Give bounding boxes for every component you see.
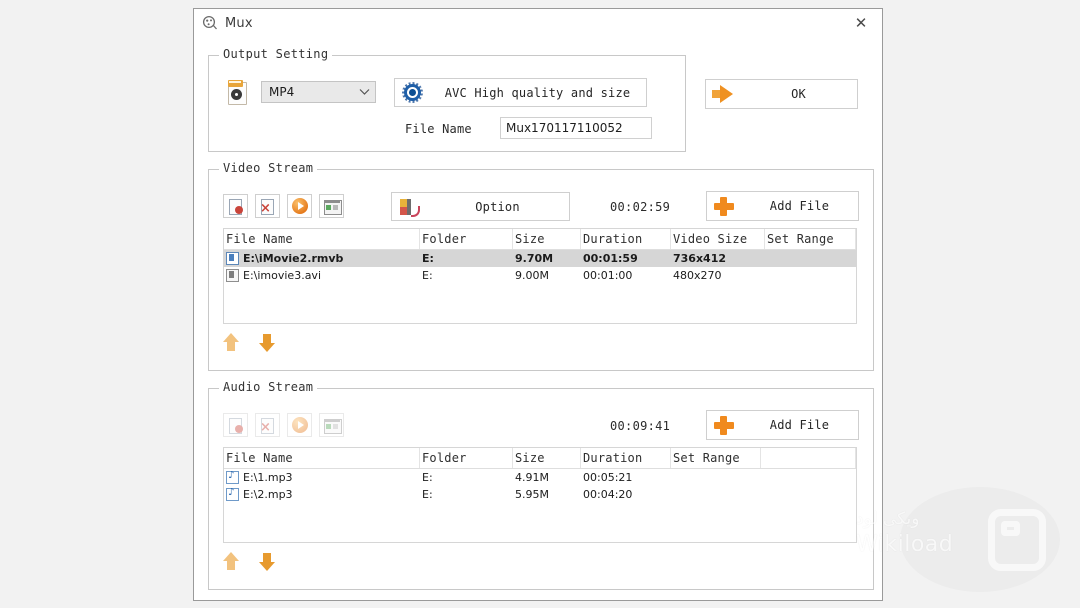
column-header-folder: Folder bbox=[420, 229, 513, 249]
cell-video-size: 480x270 bbox=[673, 269, 722, 282]
cell-size: 5.95M bbox=[515, 488, 549, 501]
audio-file-list[interactable]: File Name Folder Size Duration Set Range… bbox=[223, 447, 857, 543]
move-up-arrow-icon[interactable] bbox=[223, 333, 239, 353]
video-total-duration: 00:02:59 bbox=[610, 200, 671, 214]
audio-total-duration: 00:09:41 bbox=[610, 419, 671, 433]
column-header-spacer bbox=[761, 448, 856, 468]
plus-icon bbox=[707, 195, 741, 217]
option-button-label: Option bbox=[475, 199, 520, 214]
mux-app-icon bbox=[202, 15, 218, 31]
play-icon[interactable] bbox=[287, 194, 312, 218]
output-setting-group: Output Setting MP4 AVC High quality and … bbox=[208, 47, 686, 152]
audio-add-file-label: Add File bbox=[769, 418, 830, 432]
clear-list-icon[interactable]: × bbox=[255, 194, 280, 218]
table-row[interactable]: E:\2.mp3 E: 5.95M 00:04:20 bbox=[224, 486, 856, 503]
audio-stream-group: Audio Stream × 00:09:41 Add File File Na… bbox=[208, 380, 874, 590]
video-file-list[interactable]: File Name Folder Size Duration Video Siz… bbox=[223, 228, 857, 324]
clear-list-icon[interactable]: × bbox=[255, 413, 280, 437]
cell-duration: 00:05:21 bbox=[583, 471, 633, 484]
table-row[interactable]: E:\iMovie2.rmvb E: 9.70M 00:01:59 736x41… bbox=[224, 250, 856, 267]
table-row[interactable]: E:\1.mp3 E: 4.91M 00:05:21 bbox=[224, 469, 856, 486]
audio-file-icon bbox=[226, 488, 239, 501]
cell-video-size: 736x412 bbox=[673, 252, 727, 265]
quality-preset-label: AVC High quality and size bbox=[444, 85, 631, 100]
audio-move-controls bbox=[223, 552, 275, 572]
video-toolbar: × bbox=[223, 194, 344, 218]
column-header-set-range: Set Range bbox=[671, 448, 761, 468]
cell-folder: E: bbox=[422, 252, 434, 265]
video-move-controls bbox=[223, 333, 275, 353]
cell-file-name: E:\1.mp3 bbox=[224, 471, 420, 484]
video-stream-title: Video Stream bbox=[219, 161, 318, 175]
column-header-duration: Duration bbox=[581, 229, 671, 249]
output-setting-title: Output Setting bbox=[219, 47, 333, 61]
plus-icon bbox=[707, 414, 741, 436]
cell-size: 9.00M bbox=[515, 269, 549, 282]
table-row[interactable]: E:\imovie3.avi E: 9.00M 00:01:00 480x270 bbox=[224, 267, 856, 284]
audio-file-icon bbox=[226, 471, 239, 484]
cell-size: 9.70M bbox=[515, 252, 554, 265]
cell-file-name: E:\imovie3.avi bbox=[224, 269, 420, 282]
cell-folder: E: bbox=[422, 269, 433, 282]
audio-stream-title: Audio Stream bbox=[219, 380, 318, 394]
video-stream-group: Video Stream × Option 00:02:59 Add File … bbox=[208, 161, 874, 371]
cell-file-name: E:\2.mp3 bbox=[224, 488, 420, 501]
format-select[interactable]: MP4 bbox=[261, 81, 376, 103]
ok-button[interactable]: OK bbox=[705, 79, 858, 109]
column-header-video-size: Video Size bbox=[671, 229, 765, 249]
title-bar: Mux ✕ bbox=[194, 9, 882, 37]
cell-file-name: E:\iMovie2.rmvb bbox=[224, 252, 420, 265]
wikiload-logo-icon bbox=[988, 509, 1046, 571]
cell-duration: 00:01:00 bbox=[583, 269, 633, 282]
cell-folder: E: bbox=[422, 471, 433, 484]
column-header-file-name: File Name bbox=[224, 448, 420, 468]
play-icon[interactable] bbox=[287, 413, 312, 437]
option-button[interactable]: Option bbox=[391, 192, 570, 221]
column-header-file-name: File Name bbox=[224, 229, 420, 249]
orange-arrow-right-icon bbox=[706, 85, 740, 103]
filename-input[interactable]: Mux170117110052 bbox=[500, 117, 652, 139]
audio-toolbar: × bbox=[223, 413, 344, 437]
preview-icon[interactable] bbox=[319, 413, 344, 437]
video-add-file-label: Add File bbox=[769, 199, 830, 213]
cell-duration: 00:04:20 bbox=[583, 488, 633, 501]
video-file-icon bbox=[226, 269, 239, 282]
format-select-value: MP4 bbox=[269, 85, 295, 99]
quality-preset-button[interactable]: AVC High quality and size bbox=[394, 78, 647, 107]
ok-button-label: OK bbox=[791, 87, 806, 101]
move-up-arrow-icon[interactable] bbox=[223, 552, 239, 572]
video-list-header: File Name Folder Size Duration Video Siz… bbox=[224, 229, 856, 250]
preview-icon[interactable] bbox=[319, 194, 344, 218]
chevron-down-icon bbox=[353, 86, 375, 99]
move-down-arrow-icon[interactable] bbox=[259, 552, 275, 572]
cell-folder: E: bbox=[422, 488, 433, 501]
filename-label: File Name bbox=[405, 122, 472, 136]
video-file-icon bbox=[226, 252, 239, 265]
close-icon[interactable]: ✕ bbox=[840, 9, 882, 36]
audio-add-file-button[interactable]: Add File bbox=[706, 410, 859, 440]
video-add-file-button[interactable]: Add File bbox=[706, 191, 859, 221]
blue-gear-icon bbox=[395, 82, 429, 103]
cell-size: 4.91M bbox=[515, 471, 549, 484]
mux-window: Mux ✕ Output Setting MP4 AVC High qualit… bbox=[193, 8, 883, 601]
delete-file-icon[interactable] bbox=[223, 194, 248, 218]
audio-list-header: File Name Folder Size Duration Set Range bbox=[224, 448, 856, 469]
column-header-size: Size bbox=[513, 448, 581, 468]
delete-file-icon[interactable] bbox=[223, 413, 248, 437]
column-header-set-range: Set Range bbox=[765, 229, 856, 249]
move-down-arrow-icon[interactable] bbox=[259, 333, 275, 353]
window-title: Mux bbox=[225, 15, 253, 31]
cell-duration: 00:01:59 bbox=[583, 252, 638, 265]
column-header-duration: Duration bbox=[581, 448, 671, 468]
column-header-size: Size bbox=[513, 229, 581, 249]
option-settings-icon bbox=[392, 197, 426, 217]
column-header-folder: Folder bbox=[420, 448, 513, 468]
